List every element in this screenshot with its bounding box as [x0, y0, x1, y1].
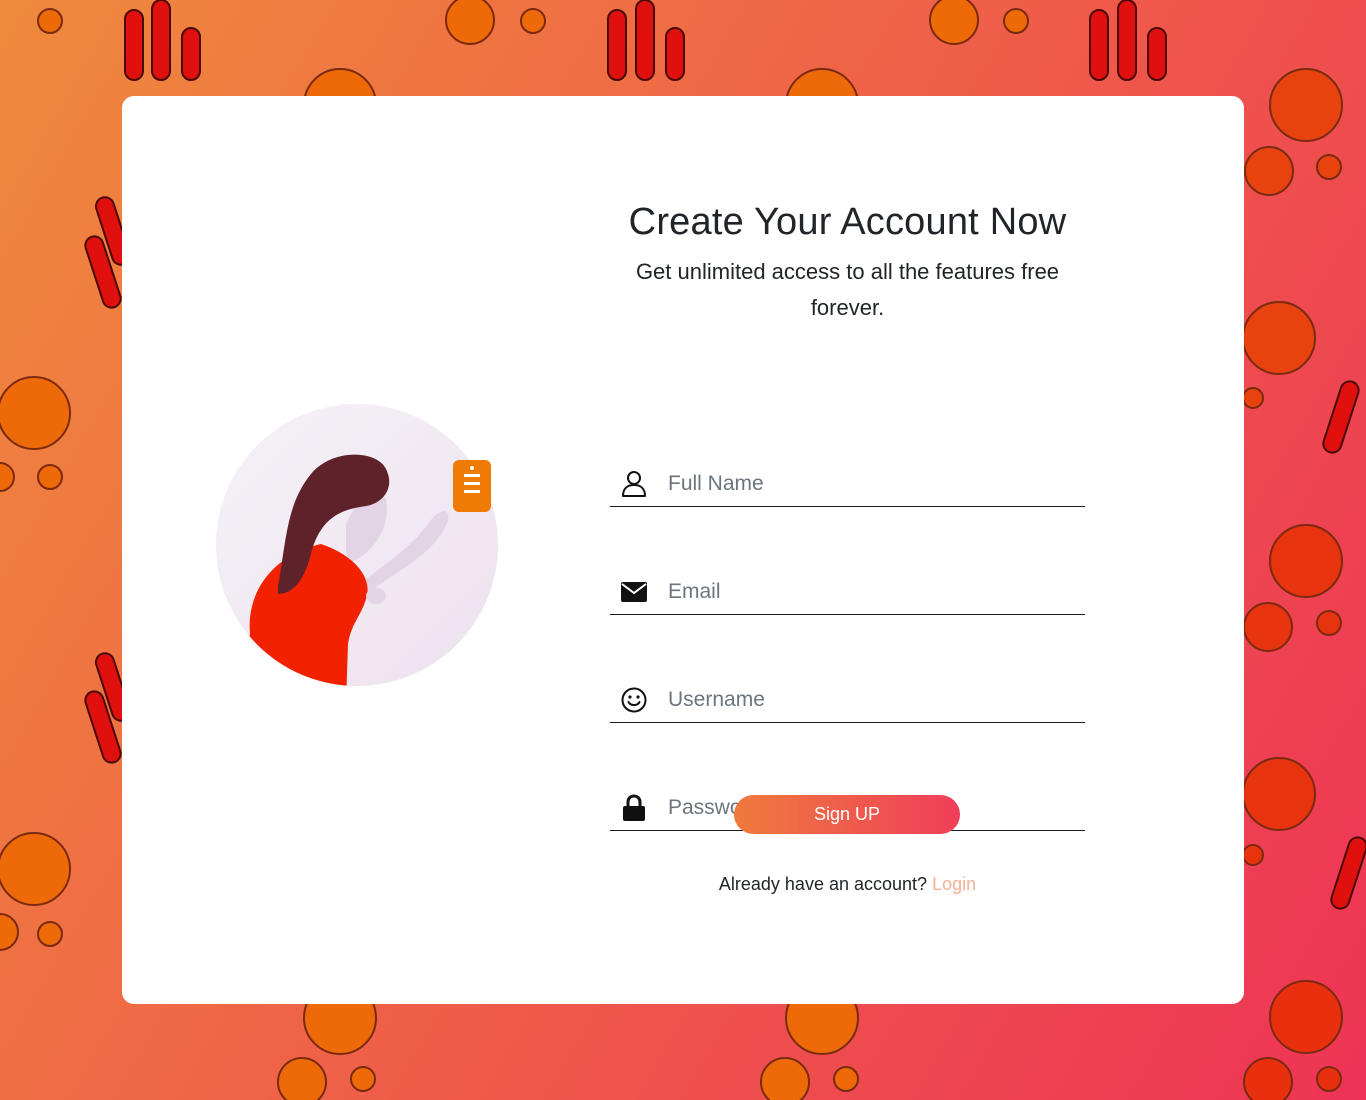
person-illustration — [216, 404, 498, 686]
username-field — [610, 678, 1085, 723]
full-name-field — [610, 462, 1085, 507]
user-icon — [610, 469, 658, 499]
email-input[interactable] — [658, 572, 1085, 612]
login-link[interactable]: Login — [932, 874, 976, 894]
signup-card: Create Your Account Now Get unlimited ac… — [122, 96, 1244, 1004]
email-field — [610, 570, 1085, 615]
page-title: Create Your Account Now — [628, 201, 1067, 243]
smiley-icon — [610, 685, 658, 715]
account-prompt-text: Already have an account? — [718, 874, 928, 894]
signup-form: Create Your Account Now Get unlimited ac… — [610, 194, 1085, 894]
username-input[interactable] — [658, 680, 1085, 720]
sign-up-button[interactable]: Sign UP — [734, 795, 960, 834]
login-prompt: Already have an account? Login — [610, 874, 1085, 895]
full-name-input[interactable] — [658, 464, 1085, 504]
lock-icon — [610, 793, 658, 823]
page-subtitle: Get unlimited access to all the features… — [635, 259, 1060, 320]
envelope-icon — [610, 577, 658, 607]
